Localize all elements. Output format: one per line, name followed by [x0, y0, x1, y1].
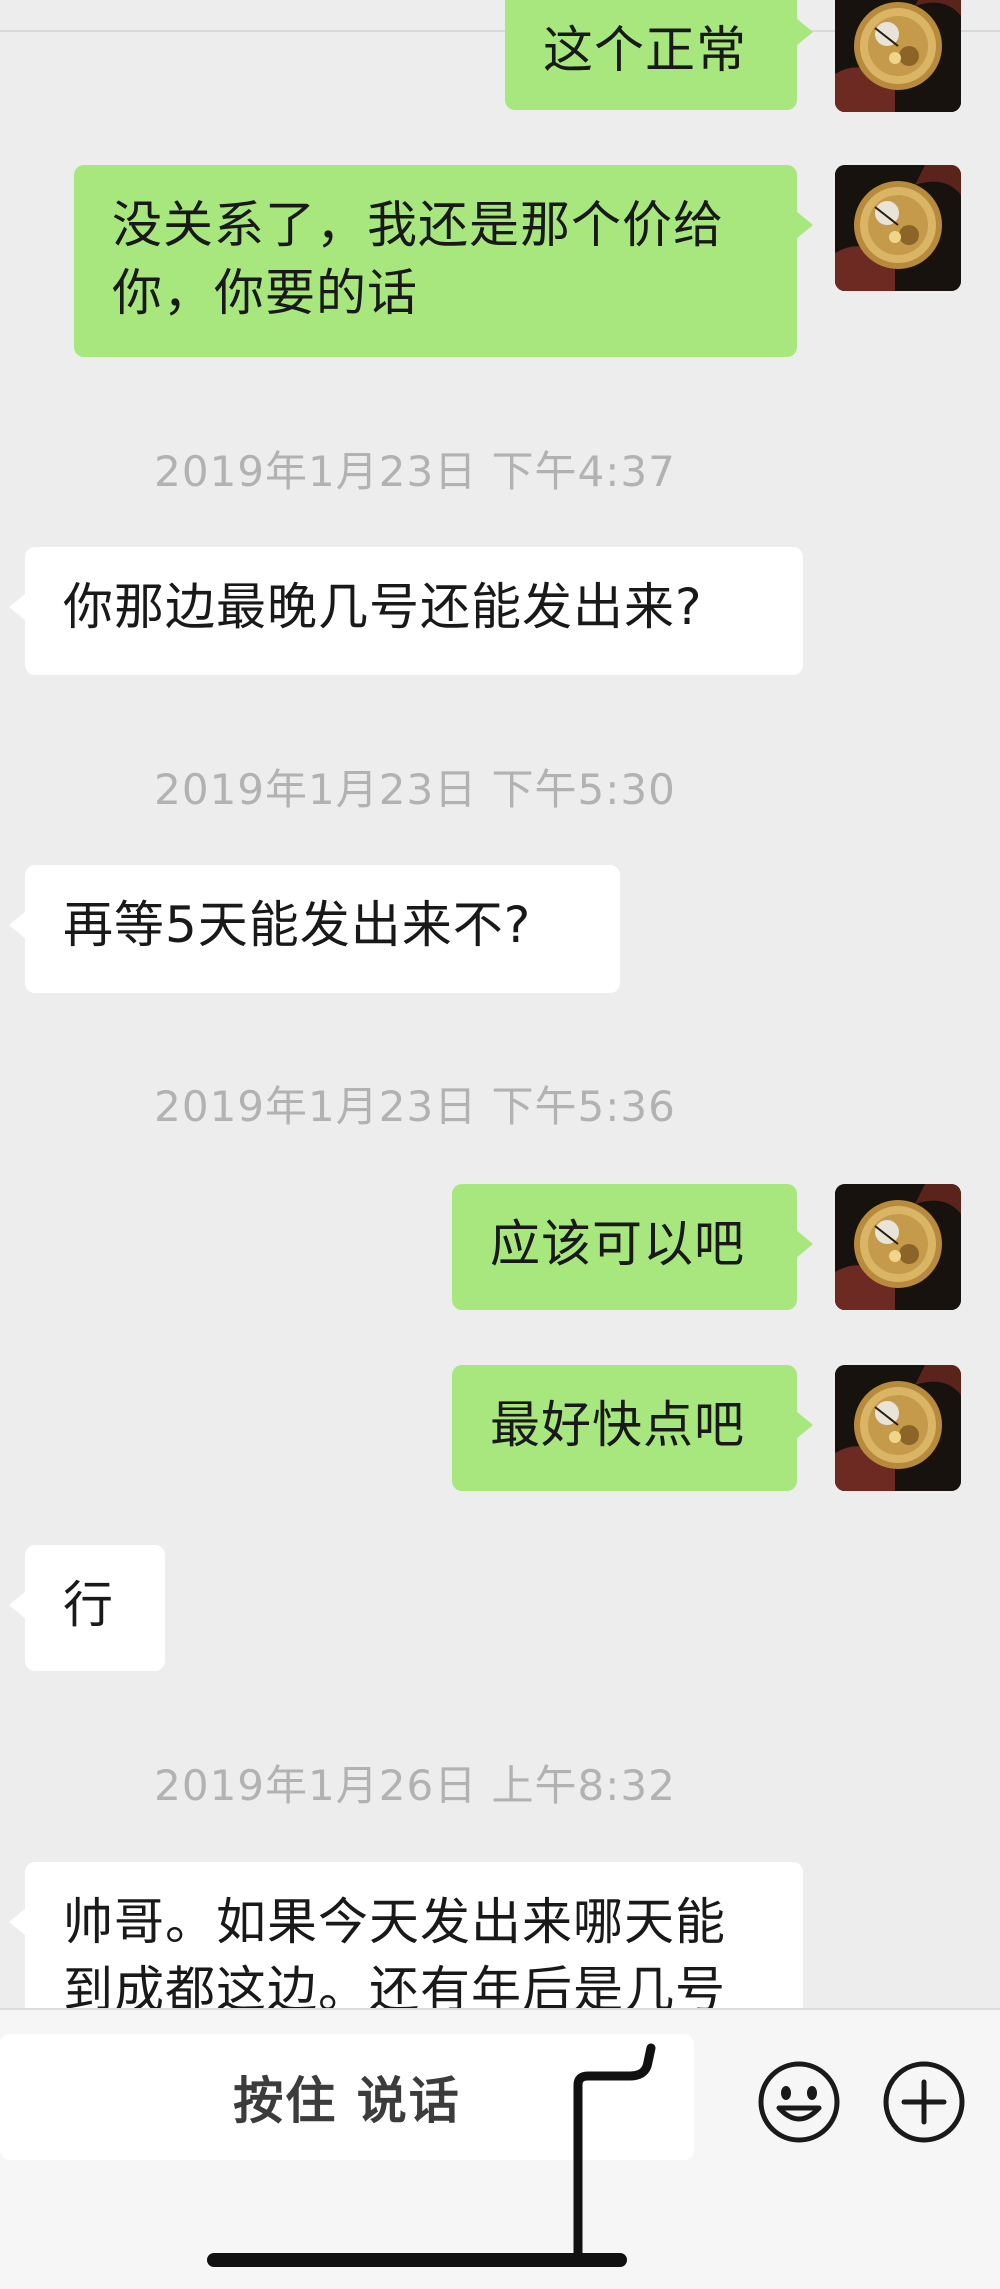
hold-to-talk-button[interactable]: 按住 说话 [0, 2034, 694, 2160]
emoji-icon[interactable] [757, 2060, 841, 2144]
message-text: 再等5天能发出来不? [63, 896, 532, 954]
message-text: 没关系了，我还是那个价给你，你要的话 [112, 196, 724, 322]
message-timestamp: 2019年1月23日 下午4:37 [154, 447, 676, 496]
user-avatar[interactable] [835, 0, 961, 112]
message-text: 应该可以吧 [490, 1215, 745, 1273]
outgoing-message-bubble[interactable]: 最好快点吧 [452, 1365, 813, 1491]
message-timestamp: 2019年1月23日 下午5:36 [154, 1082, 676, 1131]
outgoing-message-bubble[interactable]: 这个正常 [505, 0, 813, 110]
incoming-message-bubble[interactable]: 你那边最晚几号还能发出来? [9, 547, 803, 675]
outgoing-message-bubble[interactable]: 应该可以吧 [452, 1184, 813, 1310]
watch-avatar-icon [835, 165, 961, 291]
user-avatar[interactable] [835, 1184, 961, 1310]
chat-message-list[interactable]: 这个正常 没关系了，我还是那个价给你，你要的话 2019年1月23日 下午4:3… [0, 0, 1000, 2008]
message-timestamp: 2019年1月26日 上午8:32 [154, 1761, 676, 1810]
home-indicator [207, 2253, 627, 2267]
user-avatar[interactable] [835, 1365, 961, 1491]
message-text: 帅哥。如果今天发出来哪天能到成都这边。还有年后是几号 [63, 1893, 726, 2008]
incoming-message-bubble[interactable]: 帅哥。如果今天发出来哪天能到成都这边。还有年后是几号 [9, 1862, 803, 2008]
message-text: 最好快点吧 [490, 1396, 745, 1454]
message-timestamp: 2019年1月23日 下午5:30 [154, 765, 676, 814]
message-text: 这个正常 [543, 21, 747, 79]
watch-avatar-icon [835, 1184, 961, 1310]
chat-input-bar: 按住 说话 [0, 2008, 1000, 2289]
message-text: 你那边最晚几号还能发出来? [63, 578, 703, 636]
watch-avatar-icon [835, 1365, 961, 1491]
message-text: 行 [63, 1576, 114, 1634]
user-avatar[interactable] [835, 165, 961, 291]
incoming-message-bubble[interactable]: 行 [9, 1545, 165, 1671]
plus-icon[interactable] [882, 2060, 966, 2144]
watch-avatar-icon [835, 0, 961, 112]
outgoing-message-bubble[interactable]: 没关系了，我还是那个价给你，你要的话 [74, 165, 813, 357]
incoming-message-bubble[interactable]: 再等5天能发出来不? [9, 865, 620, 993]
